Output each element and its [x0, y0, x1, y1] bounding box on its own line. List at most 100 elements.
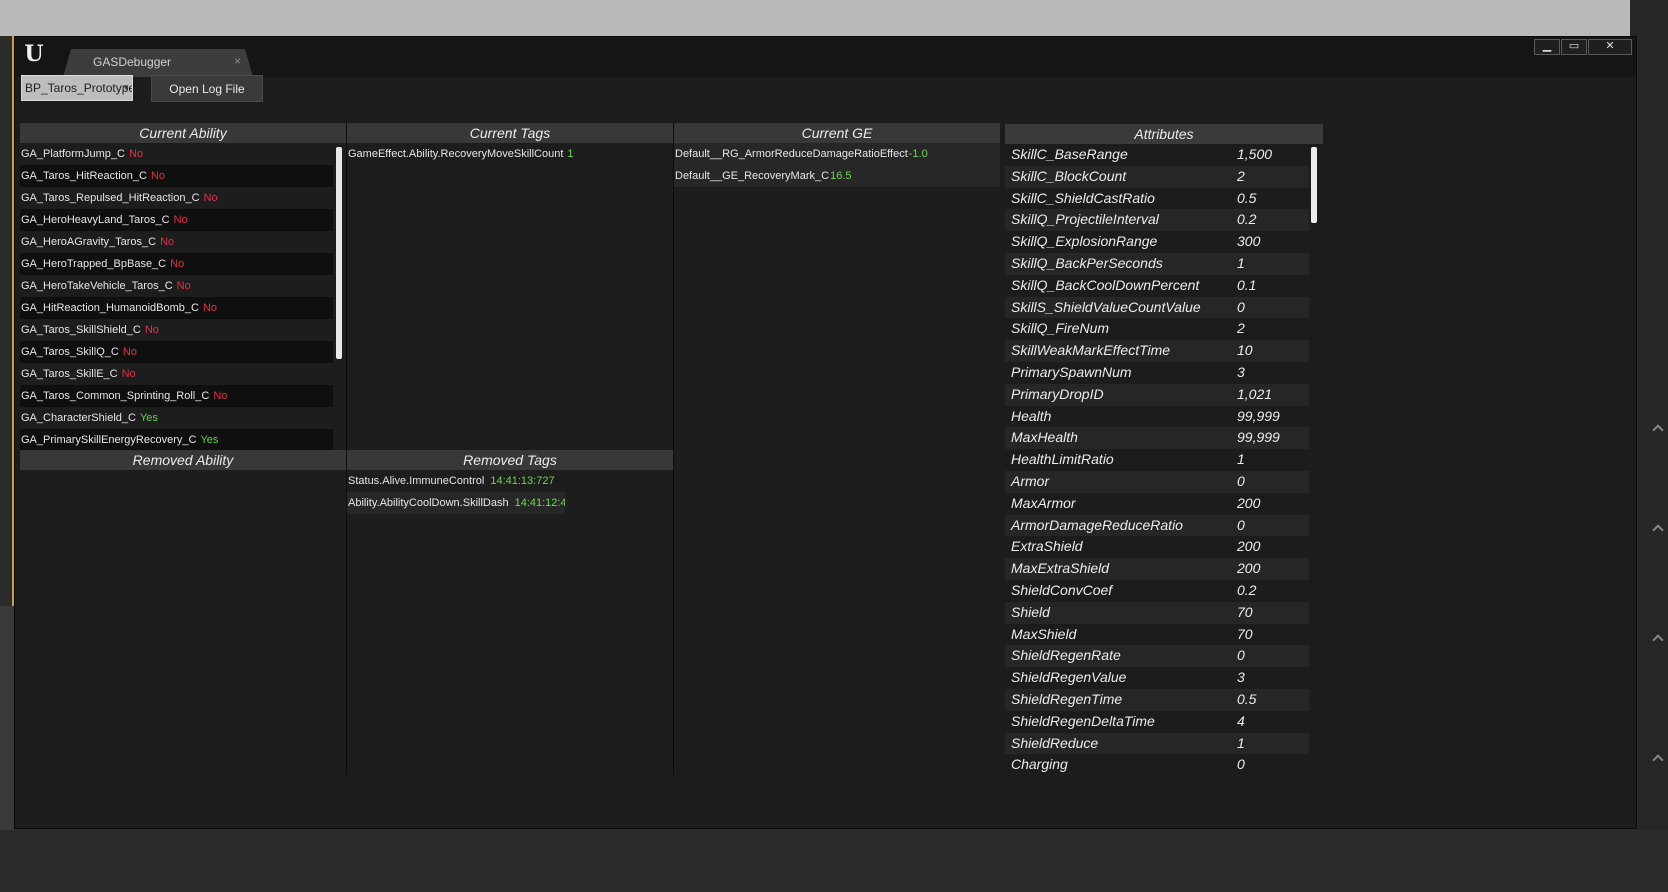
tab-gas-debugger[interactable]: GASDebugger × — [63, 49, 253, 77]
list-item[interactable]: GA_Taros_Common_Sprinting_Roll_C No — [20, 385, 333, 407]
list-item[interactable]: GA_Taros_SkillE_C No — [20, 363, 333, 385]
attributes-scrollbar[interactable] — [1311, 147, 1317, 223]
attribute-name: SkillQ_FireNum — [1011, 320, 1110, 337]
list-item[interactable]: GA_Taros_SkillShield_C No — [20, 319, 333, 341]
attribute-row[interactable]: MaxHealth 99,999 — [1005, 427, 1309, 450]
attribute-row[interactable]: SkillQ_ExplosionRange 300 — [1005, 231, 1309, 253]
current-ability-header: Current Ability — [20, 123, 346, 143]
tab-close-icon[interactable]: × — [234, 54, 241, 68]
list-item[interactable]: Status.Alive.ImmuneControl 14:41:13:727 — [347, 470, 673, 492]
ability-name: GA_HeroHeavyLand_Taros_C — [21, 214, 170, 226]
close-button[interactable]: ✕ — [1588, 39, 1632, 55]
ge-name: Default__RG_ArmorReduceDamageRatioEffect — [675, 148, 908, 160]
attribute-row[interactable]: ShieldConvCoef 0.2 — [1005, 580, 1309, 602]
window-titlebar[interactable]: U GASDebugger × ▁ ▭ ✕ — [15, 37, 1636, 77]
attribute-row[interactable]: ShieldRegenDeltaTime 4 — [1005, 711, 1309, 733]
attribute-row[interactable]: PrimarySpawnNum 3 — [1005, 362, 1309, 384]
list-item[interactable]: GA_HeroAGravity_Taros_C No — [20, 231, 333, 253]
attribute-name: SkillS_ShieldValueCountValue — [1011, 298, 1201, 315]
ability-name: GA_HeroAGravity_Taros_C — [21, 236, 157, 248]
ability-active-status: Yes — [139, 412, 158, 424]
list-item[interactable]: GA_CharacterShield_C Yes — [20, 407, 333, 429]
attribute-row[interactable]: PrimaryDropID 1,021 — [1005, 383, 1309, 406]
attributes-list[interactable]: SkillC_BaseRange 1,500 SkillC_BlockCount 2 S… — [1005, 144, 1323, 776]
attribute-row[interactable]: MaxArmor 200 — [1005, 493, 1309, 515]
list-item[interactable]: GameEffect.Ability.RecoveryMoveSkillCoun… — [347, 143, 673, 165]
current-ability-list[interactable]: GA_PlatformJump_C No GA_Taros_HitReaction_… — [20, 143, 346, 451]
list-item[interactable]: Default__RG_ArmorReduceDamageRatioEffect… — [674, 143, 1000, 165]
attribute-name: MaxHealth — [1011, 429, 1078, 446]
list-item[interactable]: GA_HeroTakeVehicle_Taros_C No — [20, 275, 333, 297]
maximize-button[interactable]: ▭ — [1561, 39, 1587, 55]
list-item[interactable]: GA_Taros_SkillQ_C No — [20, 341, 333, 363]
actor-select-value: BP_Taros_Prototype — [25, 81, 133, 95]
attribute-value: 1 — [1237, 734, 1245, 751]
attribute-row[interactable]: SkillQ_FireNum 2 — [1005, 318, 1309, 340]
removed-ability-panel: Removed Ability — [20, 450, 346, 775]
current-ability-scrollbar[interactable] — [336, 147, 342, 359]
attribute-name: SkillQ_ExplosionRange — [1011, 233, 1158, 250]
attribute-row[interactable]: SkillQ_BackPerSeconds 1 — [1005, 252, 1309, 275]
ability-active-status: No — [144, 324, 159, 336]
removed-tags-list[interactable]: Status.Alive.ImmuneControl 14:41:13:727 Ab… — [347, 470, 673, 514]
current-ability-panel: Current Ability GA_PlatformJump_C No GA_Ta… — [20, 123, 346, 451]
list-item[interactable]: GA_HitReaction_HumanoidBomb_C No — [20, 297, 333, 319]
attribute-row[interactable]: ShieldRegenTime 0.5 — [1005, 688, 1309, 711]
list-item[interactable]: GA_PrimarySkillEnergyRecovery_C Yes — [20, 429, 333, 451]
list-item[interactable]: GA_PlatformJump_C No — [20, 143, 333, 165]
open-log-file-button[interactable]: Open Log File — [151, 75, 263, 102]
attribute-row[interactable]: MaxShield 70 — [1005, 624, 1309, 646]
attribute-value: 0 — [1237, 298, 1245, 315]
list-item[interactable]: GA_Taros_Repulsed_HitReaction_C No — [20, 187, 333, 209]
current-tags-list[interactable]: GameEffect.Ability.RecoveryMoveSkillCoun… — [347, 143, 673, 165]
attribute-value: 200 — [1237, 538, 1261, 555]
attribute-value: 0 — [1237, 647, 1245, 664]
list-item[interactable]: GA_HeroTrapped_BpBase_C No — [20, 253, 333, 275]
attribute-row[interactable]: MaxExtraShield 200 — [1005, 558, 1309, 580]
attribute-row[interactable]: Shield 70 — [1005, 601, 1309, 624]
attribute-row[interactable]: ExtraShield 200 — [1005, 536, 1309, 558]
current-ge-list[interactable]: Default__RG_ArmorReduceDamageRatioEffect… — [674, 143, 1000, 187]
attribute-row[interactable]: ArmorDamageReduceRatio 0 — [1005, 514, 1309, 537]
ability-name: GA_Taros_SkillQ_C — [21, 346, 119, 358]
list-item[interactable]: GA_HeroHeavyLand_Taros_C No — [20, 209, 333, 231]
attribute-row[interactable]: SkillC_BlockCount 2 — [1005, 165, 1309, 188]
ability-name: GA_Taros_Common_Sprinting_Roll_C — [21, 390, 210, 402]
attribute-row[interactable]: ShieldRegenValue 3 — [1005, 667, 1309, 689]
list-item[interactable]: GA_Taros_HitReaction_C No — [20, 165, 333, 187]
attribute-row[interactable]: Health 99,999 — [1005, 406, 1309, 428]
tag-count: 1 — [567, 148, 574, 160]
minimize-button[interactable]: ▁ — [1534, 39, 1560, 55]
chevron-icon — [1652, 634, 1664, 646]
attribute-row[interactable]: ShieldReduce 1 — [1005, 732, 1309, 755]
attribute-row[interactable]: ShieldRegenRate 0 — [1005, 645, 1309, 668]
attribute-name: ShieldReduce — [1011, 734, 1099, 751]
removed-tags-header: Removed Tags — [347, 450, 673, 470]
attribute-row[interactable]: SkillC_ShieldCastRatio 0.5 — [1005, 188, 1309, 210]
attribute-row[interactable]: HealthLimitRatio 1 — [1005, 449, 1309, 471]
attribute-name: ExtraShield — [1011, 538, 1083, 555]
attribute-value: 0.2 — [1237, 581, 1257, 598]
attribute-row[interactable]: Charging 0 — [1005, 754, 1309, 776]
attribute-name: Shield — [1011, 603, 1050, 620]
chevron-icon — [1652, 524, 1664, 536]
attribute-value: 0.2 — [1237, 211, 1257, 228]
ability-active-status: No — [150, 170, 166, 182]
gas-debugger-window: U GASDebugger × ▁ ▭ ✕ BP_Taros_Prototype… — [14, 36, 1637, 829]
actor-select-dropdown[interactable]: BP_Taros_Prototype ▼ — [21, 75, 133, 101]
attribute-row[interactable]: SkillS_ShieldValueCountValue 0 — [1005, 296, 1309, 319]
ability-name: GA_Taros_SkillShield_C — [21, 324, 141, 336]
attribute-name: Charging — [1011, 756, 1068, 773]
list-item[interactable]: Ability.AbilityCoolDown.SkillDash 14:41:1… — [347, 492, 565, 514]
list-item[interactable]: Default__GE_RecoveryMark_C16.5 — [674, 165, 1000, 187]
attribute-row[interactable]: SkillWeakMarkEffectTime 10 — [1005, 340, 1309, 362]
attribute-name: SkillC_BaseRange — [1011, 146, 1128, 162]
attribute-name: SkillQ_BackCoolDownPercent — [1011, 276, 1200, 293]
attribute-row[interactable]: Armor 0 — [1005, 470, 1309, 493]
ability-active-status: No — [160, 236, 175, 248]
attribute-row[interactable]: SkillC_BaseRange 1,500 — [1005, 144, 1309, 166]
attribute-row[interactable]: SkillQ_ProjectileInterval 0.2 — [1005, 209, 1309, 232]
attribute-row[interactable]: SkillQ_BackCoolDownPercent 0.1 — [1005, 275, 1309, 297]
attribute-name: SkillWeakMarkEffectTime — [1011, 342, 1171, 359]
attribute-name: SkillQ_BackPerSeconds — [1011, 254, 1163, 271]
